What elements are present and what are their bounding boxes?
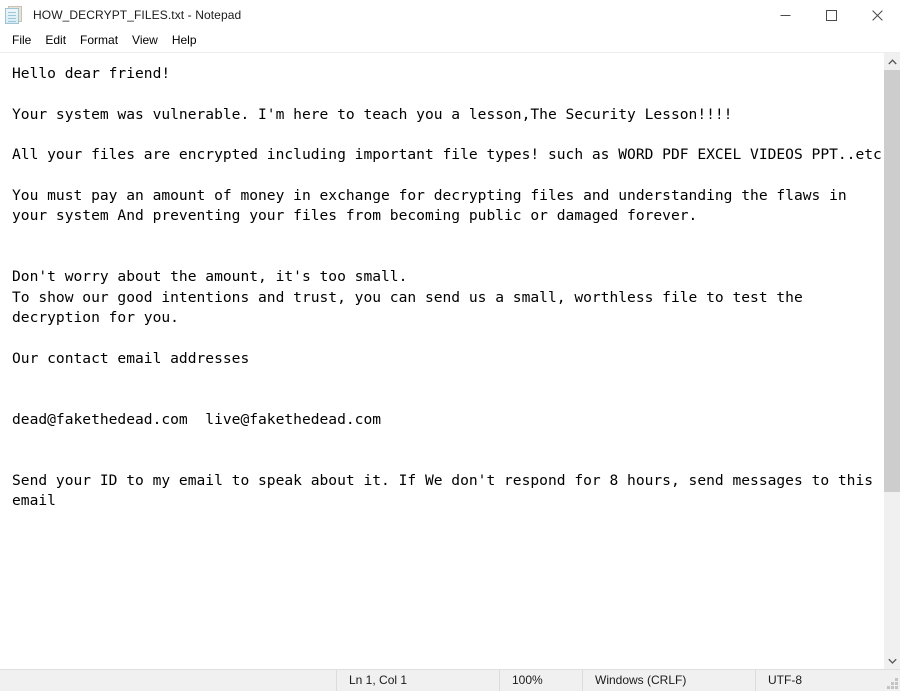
status-encoding: UTF-8 <box>755 670 883 691</box>
document-text: Hello dear friend! Your system was vulne… <box>12 65 882 510</box>
editor-area: Hello dear friend! Your system was vulne… <box>0 52 900 669</box>
notepad-icon <box>5 6 24 25</box>
close-button[interactable] <box>854 0 900 30</box>
text-editor[interactable]: Hello dear friend! Your system was vulne… <box>0 53 883 669</box>
menu-item-view[interactable]: View <box>125 31 165 51</box>
status-bar: Ln 1, Col 1 100% Windows (CRLF) UTF-8 <box>0 669 900 691</box>
resize-grip-icon[interactable] <box>883 670 900 691</box>
scrollbar-track[interactable] <box>884 70 900 652</box>
vertical-scrollbar[interactable] <box>883 53 900 669</box>
menu-item-file[interactable]: File <box>5 31 38 51</box>
chevron-down-icon <box>887 658 897 664</box>
title-bar[interactable]: HOW_DECRYPT_FILES.txt - Notepad <box>0 0 900 30</box>
status-zoom-level: 100% <box>499 670 582 691</box>
window-title: HOW_DECRYPT_FILES.txt - Notepad <box>33 8 242 22</box>
maximize-icon <box>825 9 837 21</box>
close-icon <box>871 9 883 21</box>
menu-item-help[interactable]: Help <box>165 31 204 51</box>
chevron-up-icon <box>887 58 897 64</box>
window-controls <box>762 0 900 30</box>
menu-bar: File Edit Format View Help <box>0 30 900 52</box>
status-line-ending: Windows (CRLF) <box>582 670 755 691</box>
scrollbar-thumb[interactable] <box>884 70 900 492</box>
minimize-button[interactable] <box>762 0 808 30</box>
scroll-down-button[interactable] <box>884 652 900 669</box>
status-cursor-position: Ln 1, Col 1 <box>336 670 499 691</box>
menu-item-edit[interactable]: Edit <box>38 31 73 51</box>
scroll-up-button[interactable] <box>884 53 900 70</box>
title-bar-left: HOW_DECRYPT_FILES.txt - Notepad <box>0 0 762 30</box>
maximize-button[interactable] <box>808 0 854 30</box>
minimize-icon <box>780 14 790 16</box>
notepad-window: HOW_DECRYPT_FILES.txt - Notepad File Edi… <box>0 0 900 691</box>
menu-item-format[interactable]: Format <box>73 31 125 51</box>
